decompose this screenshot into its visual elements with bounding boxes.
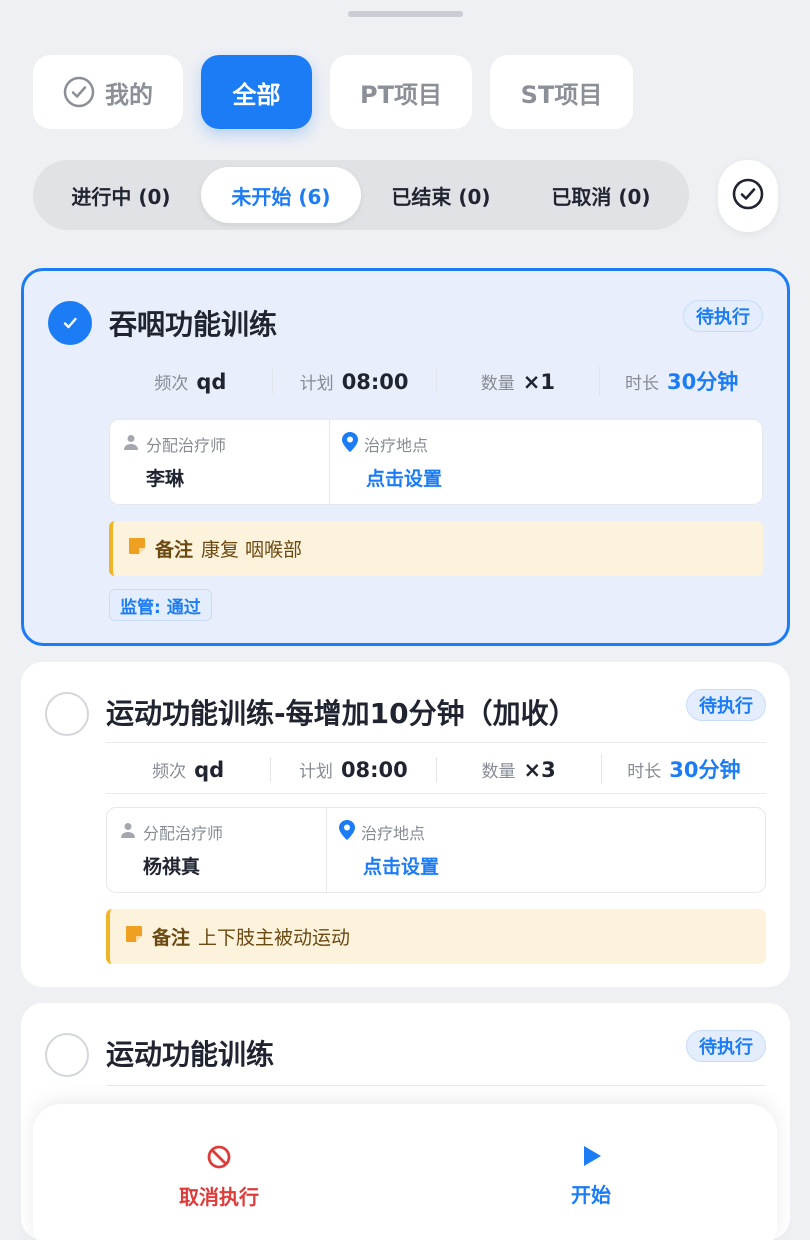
- status-badge: 待执行: [686, 689, 766, 721]
- tab-all-label: 全部: [232, 80, 281, 109]
- tab-in-progress[interactable]: 进行中 (0): [41, 167, 201, 223]
- location-cell[interactable]: 治疗地点 点击设置: [330, 420, 442, 504]
- stat-freq: 频次 qd: [154, 369, 227, 394]
- task-card[interactable]: 运动功能训练-每增加10分钟（加收） 待执行 频次 qd 计划 08:00 数量 ×3…: [21, 662, 790, 987]
- card-checkbox[interactable]: [45, 692, 89, 736]
- start-label: 开始: [571, 1183, 611, 1207]
- task-stats: 频次 qd 计划 08:00 数量 ×1 时长 30分钟: [109, 357, 763, 405]
- task-note: 备注 上下肢主被动运动: [106, 909, 766, 964]
- ban-icon: [206, 1144, 232, 1175]
- card-title: 吞咽功能训练: [109, 308, 278, 341]
- bottom-action-bar: 取消执行 开始: [33, 1104, 777, 1240]
- therapist-cell[interactable]: 分配治疗师 杨祺真: [107, 808, 327, 892]
- tab-cancelled[interactable]: 已取消 (0): [521, 167, 681, 223]
- status-badge: 待执行: [686, 1030, 766, 1062]
- drag-handle[interactable]: [348, 11, 463, 17]
- tab-pt-label: PT项目: [360, 80, 442, 109]
- stat-qty: 数量 ×1: [435, 368, 600, 394]
- cancel-execution-button[interactable]: 取消执行: [33, 1104, 405, 1240]
- location-pin-icon: [339, 820, 355, 844]
- person-icon: [119, 821, 137, 843]
- tab-mine-label: 我的: [105, 80, 153, 109]
- divider: [106, 1085, 766, 1086]
- category-tabs: 我的 全部 PT项目 ST项目: [33, 55, 633, 129]
- card-title: 运动功能训练-每增加10分钟（加收）: [106, 697, 577, 730]
- task-card[interactable]: 吞咽功能训练 待执行 频次 qd 计划 08:00 数量 ×1 时长 30分钟 分配治疗…: [21, 268, 790, 646]
- stat-plan: 计划 08:00: [270, 756, 435, 782]
- select-all-button[interactable]: [718, 160, 778, 232]
- therapist-cell[interactable]: 分配治疗师 李琳: [110, 420, 330, 504]
- location-set-link[interactable]: 点击设置: [363, 852, 439, 879]
- location-cell[interactable]: 治疗地点 点击设置: [327, 808, 439, 892]
- check-circle-icon: [63, 76, 95, 108]
- play-icon: [579, 1144, 603, 1173]
- therapist-name: 李琳: [146, 468, 185, 490]
- note-icon: [124, 924, 144, 949]
- tab-all[interactable]: 全部: [201, 55, 312, 129]
- location-set-link[interactable]: 点击设置: [366, 464, 442, 491]
- note-text: 上下肢主被动运动: [198, 927, 351, 949]
- task-info: 分配治疗师 李琳 治疗地点 点击设置: [109, 419, 763, 505]
- card-checkbox[interactable]: [48, 301, 92, 345]
- cancel-label: 取消执行: [179, 1185, 259, 1209]
- person-icon: [122, 433, 140, 455]
- status-filter: 进行中 (0) 未开始 (6) 已结束 (0) 已取消 (0): [33, 160, 689, 230]
- task-stats: 频次 qd 计划 08:00 数量 ×3 时长 30分钟: [106, 745, 766, 793]
- status-badge: 待执行: [683, 300, 763, 332]
- supervision-badge: 监管: 通过: [109, 589, 212, 621]
- check-icon: [63, 317, 77, 329]
- start-button[interactable]: 开始: [405, 1104, 777, 1240]
- task-note: 备注 康复 咽喉部: [109, 521, 763, 576]
- check-circle-icon: [731, 177, 765, 215]
- tab-mine[interactable]: 我的: [33, 55, 183, 129]
- tab-finished[interactable]: 已结束 (0): [361, 167, 521, 223]
- tab-st-label: ST项目: [520, 80, 603, 109]
- stat-duration: 时长 30分钟: [599, 366, 763, 396]
- stat-freq: 频次 qd: [152, 757, 225, 782]
- card-checkbox[interactable]: [45, 1033, 89, 1077]
- task-info: 分配治疗师 杨祺真 治疗地点 点击设置: [106, 807, 766, 893]
- note-text: 康复 咽喉部: [201, 539, 303, 561]
- stat-qty: 数量 ×3: [435, 756, 601, 782]
- tab-not-started[interactable]: 未开始 (6): [201, 167, 361, 223]
- divider: [106, 742, 766, 743]
- tab-st[interactable]: ST项目: [490, 55, 633, 129]
- tab-pt[interactable]: PT项目: [330, 55, 472, 129]
- note-icon: [127, 536, 147, 561]
- stat-plan: 计划 08:00: [271, 368, 436, 394]
- stat-duration: 时长 30分钟: [600, 754, 766, 784]
- divider: [106, 793, 766, 794]
- card-title: 运动功能训练: [106, 1038, 275, 1071]
- therapist-name: 杨祺真: [143, 856, 201, 878]
- location-pin-icon: [342, 432, 358, 456]
